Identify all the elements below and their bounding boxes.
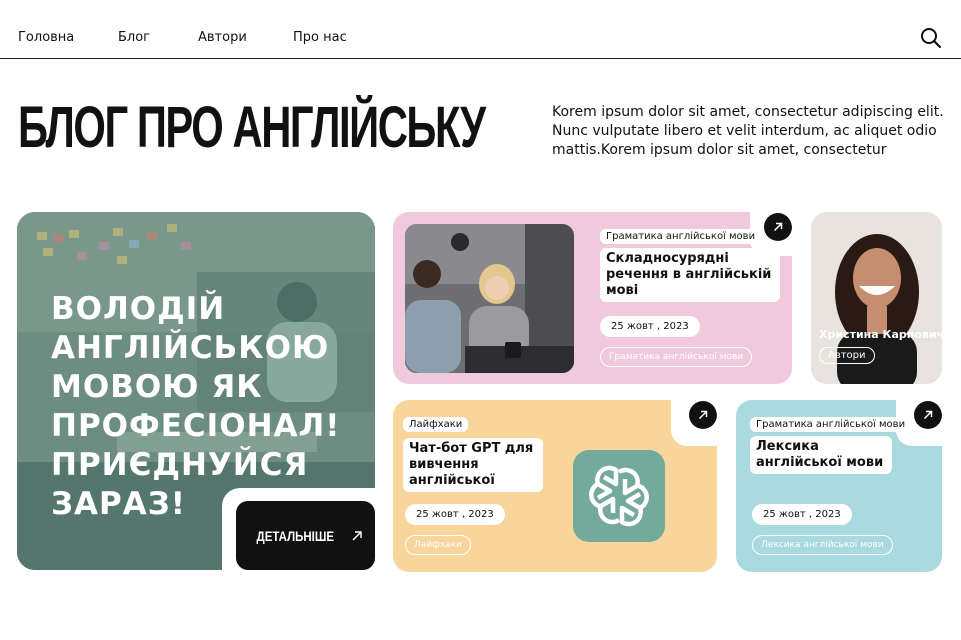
arrow-up-right-icon: [773, 222, 783, 232]
article-tag[interactable]: Граматика англійської мови: [600, 347, 753, 367]
open-article-button[interactable]: [914, 401, 942, 429]
hero-description: Korem ipsum dolor sit amet, consectetur …: [552, 104, 944, 158]
chatgpt-logo-icon: [573, 450, 665, 542]
details-button[interactable]: ДЕТАЛЬНІШЕ: [236, 501, 375, 570]
nav-item-home[interactable]: Головна: [18, 30, 74, 45]
article-card-vocabulary[interactable]: Граматика англійської мови Лексика англі…: [736, 400, 942, 572]
article-title: Лексика англійської мови: [750, 436, 892, 474]
article-title: Складносурядні речення в англійській мов…: [600, 248, 780, 302]
details-button-label: ДЕТАЛЬНІШЕ: [256, 527, 335, 544]
article-card-lifehacks[interactable]: Лайфхаки Чат-бот GPT для вивчення англій…: [393, 400, 717, 572]
article-tag[interactable]: Лайфхаки: [405, 535, 471, 555]
article-category: Граматика англійської мови: [750, 417, 912, 432]
article-card-grammar[interactable]: Граматика англійської мови Складносурядн…: [393, 212, 792, 384]
article-category: Граматика англійської мови: [600, 229, 762, 244]
author-card[interactable]: Христина Карпович Автори: [811, 212, 942, 384]
article-title: Чат-бот GPT для вивчення англійської: [403, 438, 543, 492]
article-category: Лайфхаки: [403, 417, 469, 432]
article-date: 25 жовт , 2023: [752, 504, 852, 525]
open-article-button[interactable]: [764, 213, 792, 241]
nav-item-authors[interactable]: Автори: [198, 30, 247, 45]
arrow-up-right-icon: [352, 530, 362, 540]
arrow-up-right-icon: [923, 410, 933, 420]
article-date: 25 жовт , 2023: [405, 504, 505, 525]
top-navigation: Головна Блог Автори Про нас: [0, 0, 961, 59]
author-name: Христина Карпович: [819, 328, 942, 341]
page-title: БЛОГ ПРО АНГЛІЙСЬКУ: [18, 95, 486, 160]
authors-link[interactable]: Автори: [819, 347, 875, 364]
arrow-up-right-icon: [698, 410, 708, 420]
article-photo: [405, 224, 574, 373]
nav-item-about[interactable]: Про нас: [293, 30, 347, 45]
open-article-button[interactable]: [689, 401, 717, 429]
search-icon[interactable]: [920, 27, 942, 49]
article-tag[interactable]: Лексика англійської мови: [752, 535, 893, 555]
article-date: 25 жовт , 2023: [600, 316, 700, 337]
nav-item-blog[interactable]: Блог: [118, 30, 150, 45]
